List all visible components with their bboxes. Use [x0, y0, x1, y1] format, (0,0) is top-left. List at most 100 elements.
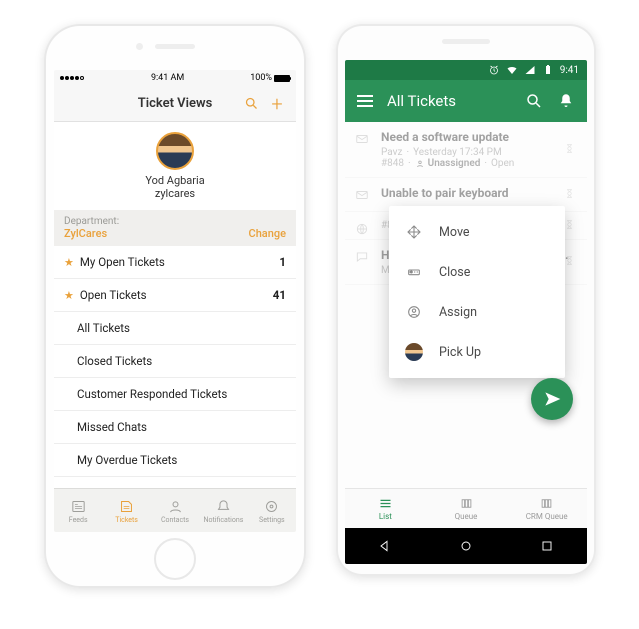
tab-contacts[interactable]: Contacts — [151, 489, 199, 532]
recents-icon[interactable] — [539, 538, 555, 554]
crm-queue-icon — [539, 496, 554, 511]
profile-org: zylcares — [54, 187, 296, 200]
ios-nav-bar: Ticket Views + — [54, 86, 296, 122]
ticket-views-list: ★ My Open Tickets1 ★ Open Tickets41 All Tick… — [54, 246, 296, 488]
menu-item-close[interactable]: Close — [389, 252, 565, 292]
ios-status-bar: 9:41 AM 100% — [54, 70, 296, 86]
menu-icon[interactable] — [357, 95, 373, 107]
view-label: Open Tickets — [80, 288, 273, 302]
android-device: 9:41 All Tickets Need a software updateP… — [336, 24, 596, 576]
avatar-icon — [405, 343, 423, 361]
tab-label: Contacts — [161, 516, 189, 524]
tab-tickets[interactable]: Tickets — [102, 489, 150, 532]
android-nav-bar — [345, 528, 587, 564]
view-label: My Open Tickets — [80, 255, 280, 269]
assign-icon — [405, 303, 423, 321]
tickets-icon — [118, 498, 135, 515]
ticket-list: Need a software updatePavz·Yesterday 17:… — [345, 122, 587, 488]
view-row[interactable]: Closed Tickets — [54, 345, 296, 378]
iphone-speaker — [155, 44, 195, 49]
android-app-bar: All Tickets — [345, 80, 587, 122]
queue-icon — [459, 496, 474, 511]
feeds-icon — [70, 498, 87, 515]
iphone-device: 9:41 AM 100% Ticket Views + Yod Agbaria … — [44, 24, 306, 588]
profile-name: Yod Agbaria — [54, 174, 296, 187]
menu-label: Move — [439, 225, 470, 240]
signal-dots-icon — [60, 73, 85, 83]
tab-queue[interactable]: Queue — [426, 489, 507, 528]
search-icon[interactable] — [525, 92, 543, 110]
menu-label: Assign — [439, 305, 477, 320]
view-row[interactable]: ★ My Open Tickets1 — [54, 246, 296, 279]
ios-tab-bar: Feeds Tickets Contacts Notifications Setting… — [54, 488, 296, 532]
notifications-icon — [215, 498, 232, 515]
battery-percent: 100% — [250, 73, 272, 83]
android-status-bar: 9:41 — [345, 60, 587, 80]
view-row[interactable]: Customer Responded Tickets — [54, 378, 296, 411]
tab-label: CRM Queue — [526, 512, 568, 521]
battery-icon — [542, 64, 554, 76]
view-label: All Tickets — [77, 321, 286, 335]
android-bottom-tabs: List Queue CRM Queue — [345, 488, 587, 528]
department-value: ZylCares — [64, 227, 119, 240]
view-label: Customer Responded Tickets — [77, 387, 286, 401]
tab-label: Feeds — [69, 516, 88, 524]
android-speaker — [442, 39, 490, 44]
star-icon: ★ — [64, 289, 74, 302]
add-icon[interactable]: + — [262, 86, 292, 121]
alarm-icon — [488, 64, 500, 76]
menu-label: Close — [439, 265, 470, 280]
tab-label: List — [379, 512, 392, 521]
appbar-title: All Tickets — [387, 92, 511, 110]
iphone-camera — [136, 43, 143, 50]
back-icon[interactable] — [377, 538, 393, 554]
view-row[interactable]: My Response Overdue Tickets — [54, 477, 296, 488]
view-count: 1 — [279, 255, 286, 269]
bell-icon[interactable] — [557, 92, 575, 110]
tab-settings[interactable]: Settings — [248, 489, 296, 532]
menu-item-move[interactable]: Move — [389, 212, 565, 252]
battery-icon — [274, 75, 290, 82]
department-label: Department: — [64, 216, 119, 227]
iphone-screen: 9:41 AM 100% Ticket Views + Yod Agbaria … — [54, 70, 296, 532]
signal-icon — [524, 64, 536, 76]
department-bar: Department: ZylCares Change — [54, 210, 296, 246]
tab-notifications[interactable]: Notifications — [199, 489, 247, 532]
menu-label: Pick Up — [439, 345, 481, 360]
status-time: 9:41 AM — [151, 73, 184, 83]
tab-label: Queue — [455, 512, 478, 521]
tab-label: Settings — [259, 516, 285, 524]
view-row[interactable]: My Overdue Tickets — [54, 444, 296, 477]
view-row[interactable]: Missed Chats — [54, 411, 296, 444]
android-screen: 9:41 All Tickets Need a software updateP… — [345, 60, 587, 564]
close-icon — [405, 263, 423, 281]
view-count: 41 — [273, 288, 286, 302]
view-label: Closed Tickets — [77, 354, 286, 368]
wifi-icon — [506, 64, 518, 76]
fab-button[interactable] — [531, 378, 573, 420]
tab-list[interactable]: List — [345, 489, 426, 528]
menu-item-assign[interactable]: Assign — [389, 292, 565, 332]
nav-title: Ticket Views — [138, 96, 213, 111]
view-row[interactable]: All Tickets — [54, 312, 296, 345]
profile-card[interactable]: Yod Agbaria zylcares — [54, 122, 296, 210]
tab-label: Notifications — [204, 516, 244, 524]
action-menu: Move Close Assign Pick Up — [389, 206, 565, 378]
star-icon: ★ — [64, 256, 74, 269]
list-icon — [378, 496, 393, 511]
tab-crm-queue[interactable]: CRM Queue — [506, 489, 587, 528]
iphone-home-button[interactable] — [154, 538, 196, 580]
menu-item-pick-up[interactable]: Pick Up — [389, 332, 565, 372]
tab-label: Tickets — [115, 516, 138, 524]
contacts-icon — [167, 498, 184, 515]
avatar — [156, 132, 194, 170]
view-label: My Overdue Tickets — [77, 453, 286, 467]
move-icon — [405, 223, 423, 241]
change-link[interactable]: Change — [249, 227, 286, 240]
status-time: 9:41 — [560, 65, 579, 76]
tab-feeds[interactable]: Feeds — [54, 489, 102, 532]
home-icon[interactable] — [458, 538, 474, 554]
view-row[interactable]: ★ Open Tickets41 — [54, 279, 296, 312]
settings-icon — [263, 498, 280, 515]
view-label: Missed Chats — [77, 420, 286, 434]
